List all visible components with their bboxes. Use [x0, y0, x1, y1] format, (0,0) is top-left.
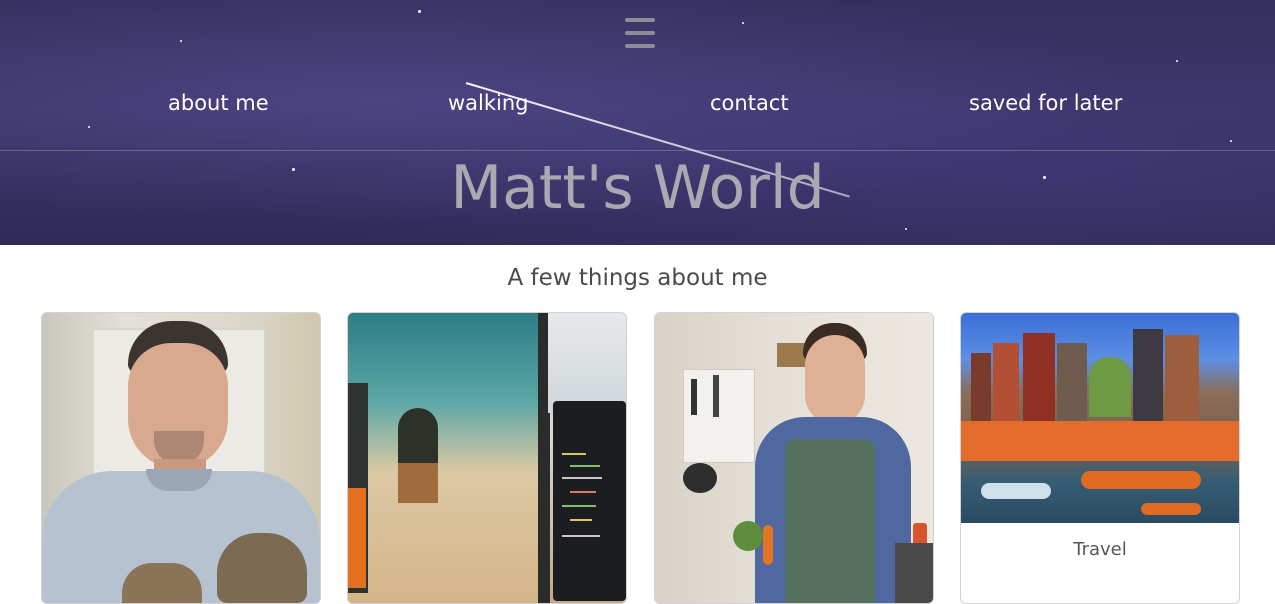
section-subtitle: A few things about me: [507, 265, 768, 291]
card-caption: Travel: [1073, 539, 1127, 560]
site-header: about me walking contact saved for later…: [0, 0, 1275, 245]
star-decoration: [88, 126, 90, 128]
header-divider: [0, 150, 1275, 151]
amsterdam-canal-photo: [961, 313, 1239, 523]
star-decoration: [1176, 60, 1178, 62]
star-decoration: [1230, 140, 1232, 142]
card-about-1[interactable]: [41, 312, 321, 604]
card-about-2[interactable]: [347, 312, 627, 604]
nav-link-contact[interactable]: contact: [710, 88, 789, 118]
person-cooking-photo: [655, 313, 933, 603]
star-decoration: [180, 40, 182, 42]
person-with-cat-photo: [42, 313, 320, 603]
card-travel[interactable]: Travel: [960, 312, 1240, 604]
card-about-3[interactable]: [654, 312, 934, 604]
star-decoration: [742, 22, 744, 24]
nav-link-walking[interactable]: walking: [448, 88, 529, 118]
nav-link-saved-for-later[interactable]: saved for later: [969, 88, 1122, 118]
star-decoration: [905, 228, 907, 230]
monitors-desk-photo: [348, 313, 626, 603]
site-title: Matt's World: [450, 153, 825, 223]
star-decoration: [418, 10, 421, 13]
nav-link-about-me[interactable]: about me: [168, 88, 269, 118]
hamburger-menu-icon[interactable]: [624, 18, 656, 48]
